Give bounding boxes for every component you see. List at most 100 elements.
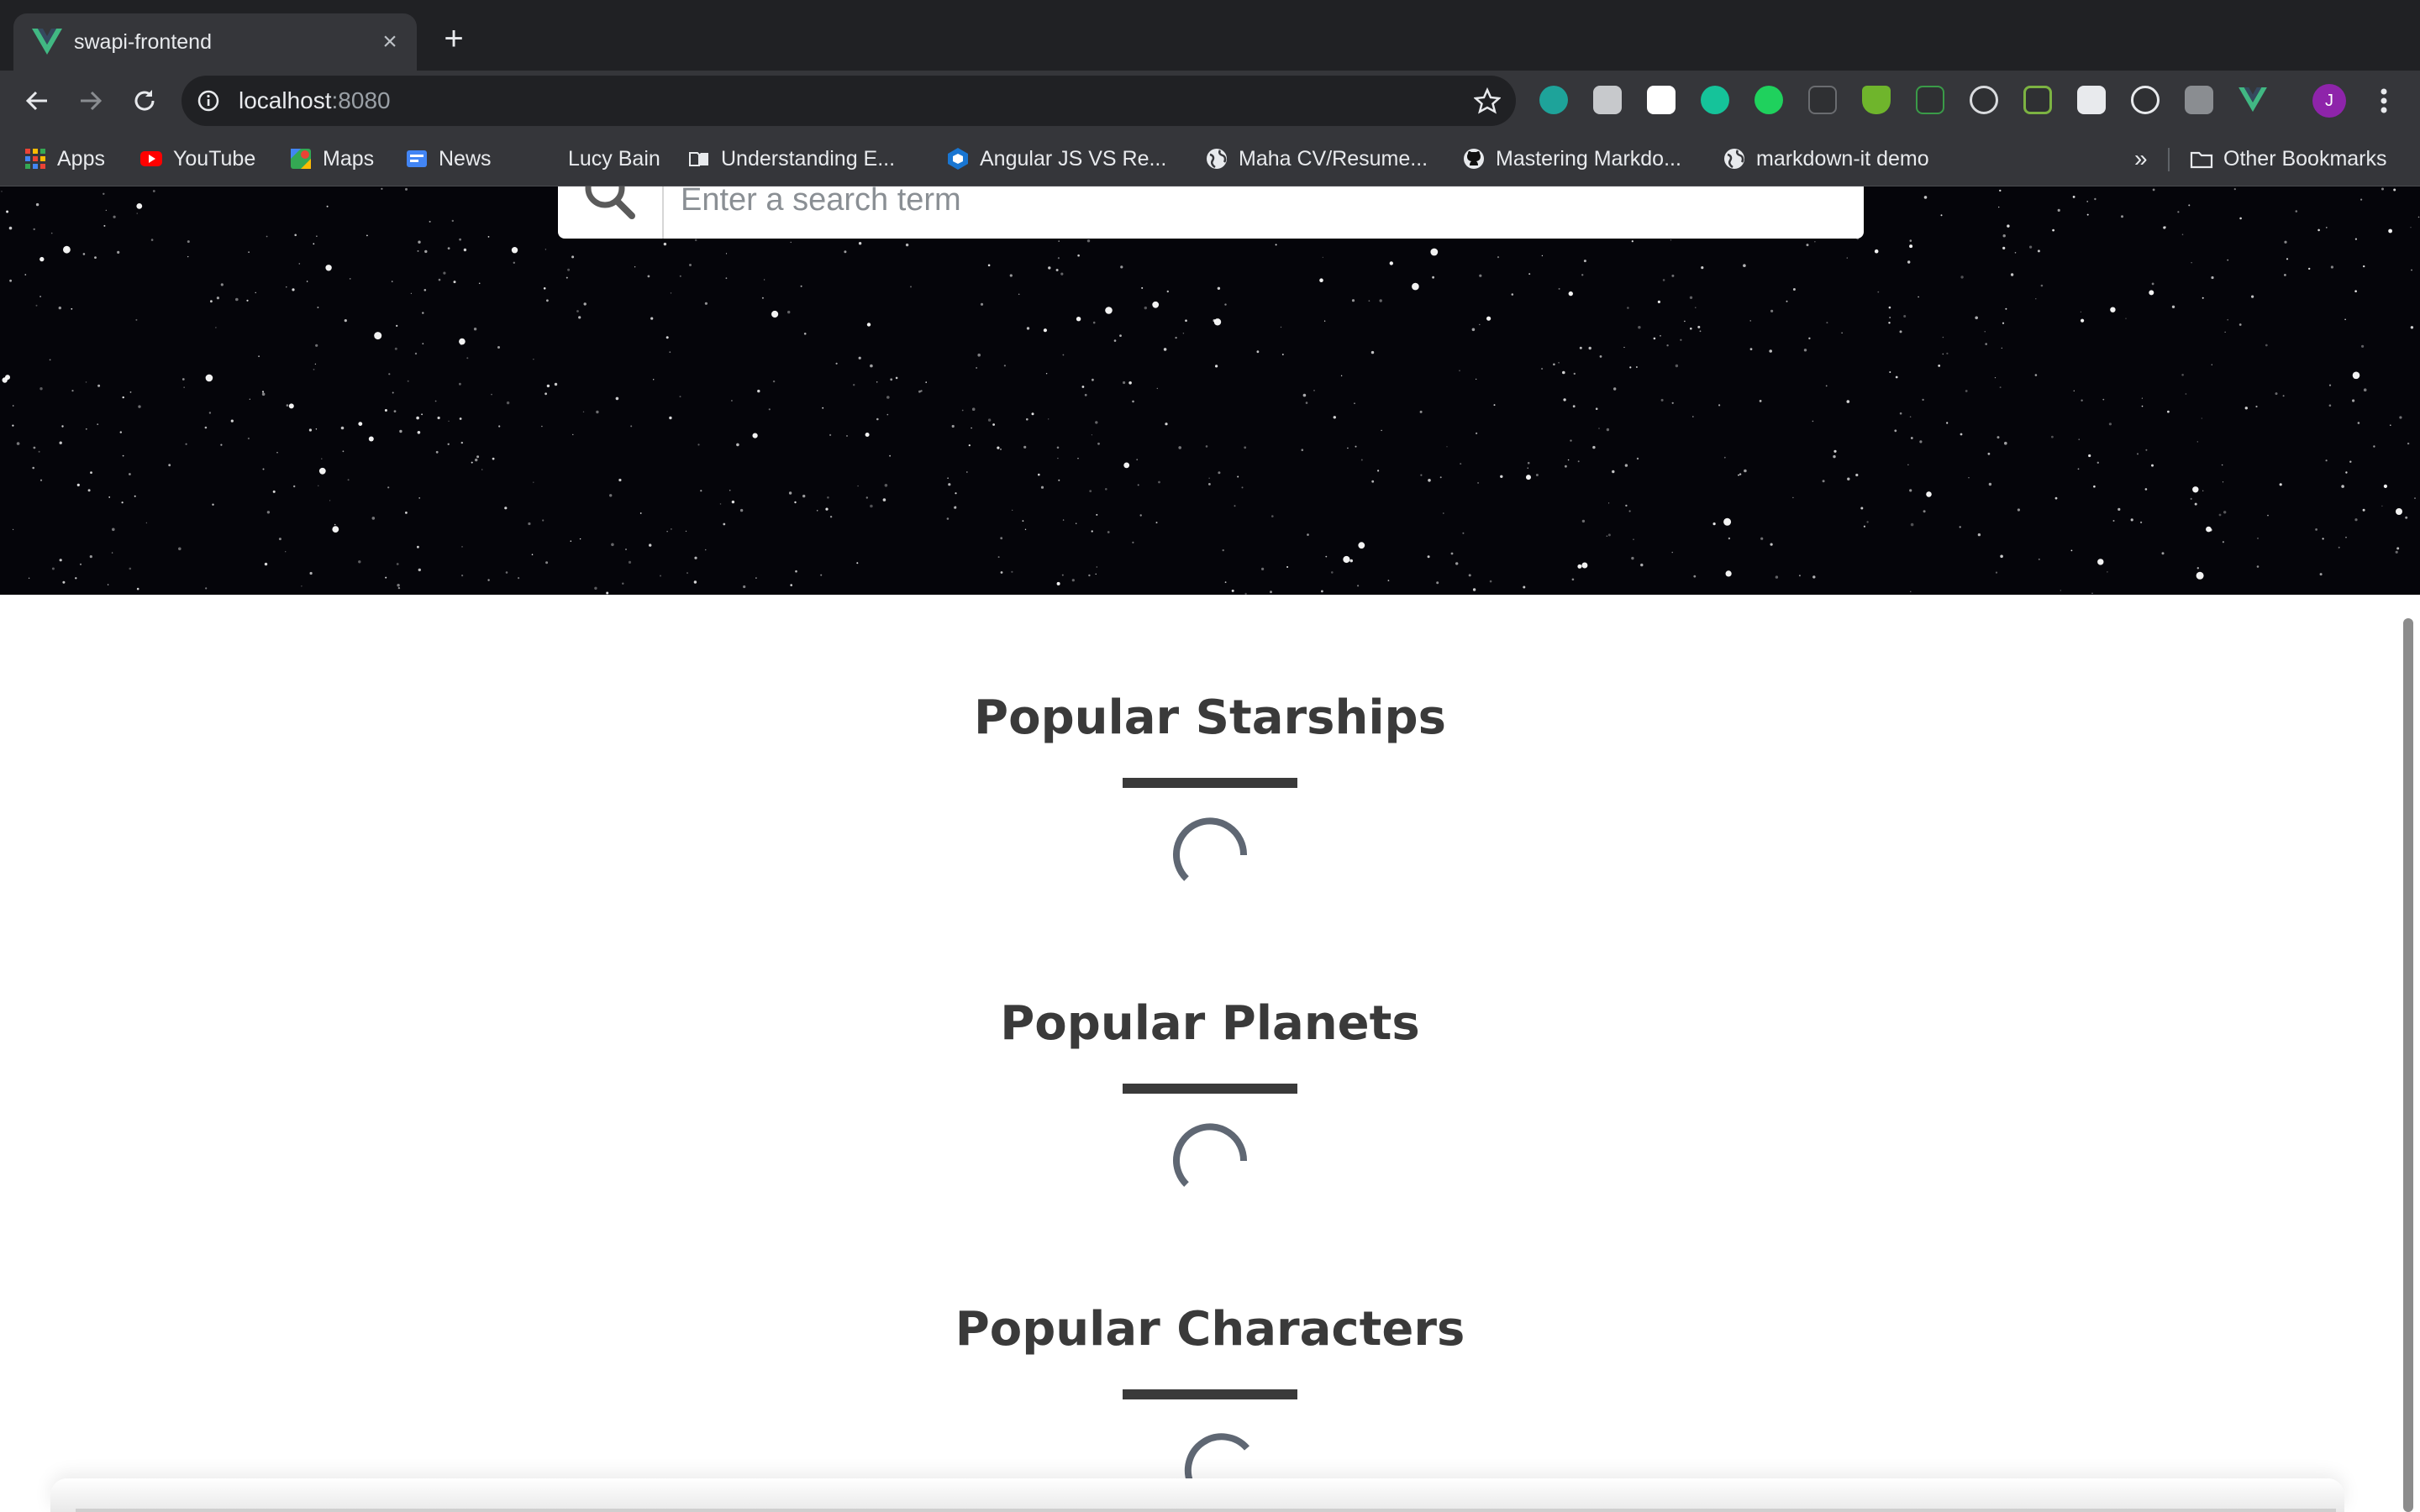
star xyxy=(719,503,722,505)
extension-lightbulb-icon[interactable] xyxy=(2131,86,2160,114)
bookmark-lucy-bain[interactable]: Lucy Bain xyxy=(534,143,660,175)
extension-touch-icon[interactable] xyxy=(1593,86,1622,114)
reload-icon xyxy=(134,90,155,111)
star xyxy=(2167,410,2170,413)
star xyxy=(2360,198,2363,201)
star xyxy=(1612,470,1615,474)
star xyxy=(1942,336,1944,339)
extension-nodejs-icon[interactable] xyxy=(2023,86,2052,114)
star xyxy=(1680,339,1682,341)
star xyxy=(220,283,224,286)
star xyxy=(1092,378,1094,381)
search-icon-button[interactable] xyxy=(558,186,664,239)
new-tab-button[interactable]: + xyxy=(437,22,471,57)
star xyxy=(554,382,558,386)
star xyxy=(2086,201,2089,202)
star xyxy=(2007,224,2010,228)
scrollbar-thumb[interactable] xyxy=(2403,618,2413,1512)
extension-json-icon[interactable] xyxy=(1808,86,1837,114)
other-bookmarks-folder[interactable]: Other Bookmarks xyxy=(2190,143,2387,175)
extension-vue-devtools-icon[interactable] xyxy=(2238,87,2267,113)
extension-medium-icon[interactable] xyxy=(1647,86,1676,114)
star xyxy=(1833,454,1836,459)
bookmark-mastering-markdown[interactable]: Mastering Markdo... xyxy=(1462,143,1681,175)
tab-title: swapi-frontend xyxy=(74,30,212,54)
star xyxy=(1895,375,1898,379)
extension-markdown-icon[interactable] xyxy=(1754,86,1783,114)
section-title-planets: Popular Planets xyxy=(1000,996,1420,1051)
star xyxy=(772,380,776,383)
close-tab-icon[interactable]: × xyxy=(376,29,403,55)
star xyxy=(358,560,361,564)
star xyxy=(1058,240,1060,242)
back-button[interactable] xyxy=(17,81,57,121)
star xyxy=(288,403,294,409)
star xyxy=(205,587,208,590)
bookmark-maha-cv[interactable]: Maha CV/Resume... xyxy=(1205,143,1428,175)
info-icon[interactable] xyxy=(197,89,220,113)
more-menu-icon[interactable] xyxy=(2371,84,2396,118)
address-bar[interactable]: localhost:8080 xyxy=(182,76,1516,126)
star xyxy=(2206,526,2212,533)
star xyxy=(1275,244,1277,246)
star xyxy=(725,277,728,280)
star xyxy=(2357,422,2360,424)
star xyxy=(787,310,791,314)
star xyxy=(1217,286,1221,290)
bookmark-angular-vs-react[interactable]: Angular JS VS Re... xyxy=(946,143,1166,175)
extension-eyedropper-icon[interactable] xyxy=(1916,86,1944,114)
star xyxy=(2051,435,2054,438)
star xyxy=(2188,204,2191,207)
extension-react-icon[interactable] xyxy=(1970,86,1998,114)
bookmark-understanding[interactable]: Understanding E... xyxy=(687,143,895,175)
star xyxy=(2081,318,2085,323)
star xyxy=(497,346,500,349)
star xyxy=(2029,245,2033,249)
bookmark-maps[interactable]: Maps xyxy=(289,143,374,175)
extension-grammarly-icon[interactable] xyxy=(1701,86,1729,114)
star xyxy=(1307,533,1309,536)
bookmark-news[interactable]: News xyxy=(405,143,492,175)
bookmark-star-icon[interactable] xyxy=(1474,87,1501,114)
section-underline xyxy=(1123,1389,1297,1399)
star xyxy=(112,528,115,532)
star xyxy=(694,556,697,559)
star xyxy=(399,429,402,433)
search-input[interactable] xyxy=(681,186,1840,223)
star xyxy=(1631,556,1634,560)
star xyxy=(1222,549,1224,552)
book-icon xyxy=(689,152,708,166)
more-bookmarks-button[interactable]: » xyxy=(2134,143,2148,175)
star xyxy=(2414,497,2416,500)
bookmark-youtube[interactable]: YouTube xyxy=(139,143,255,175)
profile-avatar[interactable]: J xyxy=(2312,84,2346,118)
extension-m-circle-icon[interactable] xyxy=(1539,86,1568,114)
star xyxy=(1567,459,1570,461)
star xyxy=(1660,334,1661,337)
extension-notepad-icon[interactable] xyxy=(2077,86,2106,114)
star xyxy=(1541,367,1544,370)
browser-tab[interactable]: swapi-frontend × xyxy=(13,13,417,71)
forward-button[interactable] xyxy=(71,81,111,121)
star xyxy=(2322,538,2324,540)
star xyxy=(396,563,399,565)
reload-button[interactable] xyxy=(124,81,165,121)
extension-gallery-icon[interactable] xyxy=(2185,86,2213,114)
star xyxy=(1088,574,1091,577)
star xyxy=(1608,502,1610,504)
star xyxy=(1256,350,1260,354)
star xyxy=(594,586,597,590)
star xyxy=(1759,400,1762,402)
extension-shield-icon[interactable] xyxy=(1862,86,1891,114)
star xyxy=(528,522,531,526)
star xyxy=(1237,475,1239,478)
star xyxy=(1152,301,1160,308)
bookmark-apps[interactable]: Apps xyxy=(24,143,105,175)
star xyxy=(2118,507,2121,511)
star xyxy=(2110,307,2116,312)
bookmark-markdown-it-demo[interactable]: markdown-it demo xyxy=(1723,143,1929,175)
star xyxy=(1043,328,1047,333)
star xyxy=(1271,515,1274,517)
star xyxy=(459,238,461,241)
star xyxy=(800,285,802,287)
